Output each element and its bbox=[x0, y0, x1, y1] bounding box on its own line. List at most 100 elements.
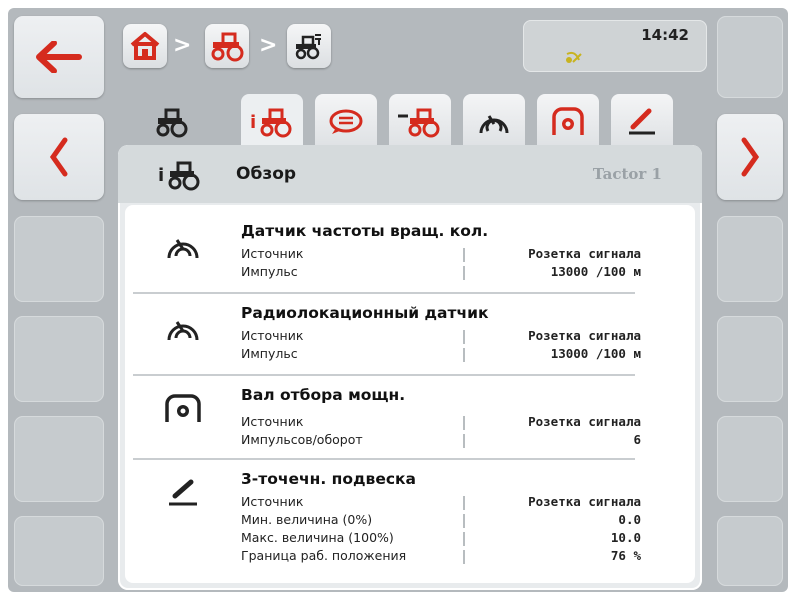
row-label: Источник bbox=[241, 328, 304, 343]
row-divider bbox=[463, 532, 465, 546]
row-divider bbox=[463, 416, 465, 430]
row-label: Источник bbox=[241, 414, 304, 429]
tab-messages[interactable] bbox=[315, 94, 377, 150]
right-empty-button-1 bbox=[717, 216, 783, 302]
left-empty-button-4 bbox=[14, 516, 104, 586]
right-empty-button-2 bbox=[717, 316, 783, 402]
row-value: 0.0 bbox=[618, 512, 641, 527]
row-value: Розетка сигнала bbox=[528, 414, 641, 429]
row-value: Розетка сигнала bbox=[528, 246, 641, 261]
clock-time: 14:42 bbox=[641, 26, 689, 44]
signal-icon bbox=[566, 51, 582, 63]
radar-sensor-icon bbox=[167, 321, 199, 341]
home-button[interactable] bbox=[123, 24, 167, 68]
row-label: Макс. величина (100%) bbox=[241, 530, 394, 545]
left-empty-button-1 bbox=[14, 216, 104, 302]
breadcrumb-tractor-button[interactable] bbox=[205, 24, 249, 68]
row-divider bbox=[463, 550, 465, 564]
tab-connections[interactable] bbox=[389, 94, 451, 150]
tractor-icon bbox=[211, 32, 244, 62]
tractor-edit-icon bbox=[295, 34, 321, 60]
data-row: Источник Розетка сигнала bbox=[241, 414, 641, 431]
row-divider bbox=[463, 330, 465, 344]
back-button[interactable] bbox=[14, 16, 104, 98]
pto-icon bbox=[552, 107, 584, 135]
tab-overview[interactable]: i bbox=[241, 94, 303, 150]
next-page-button[interactable] bbox=[717, 114, 783, 200]
left-empty-button-2 bbox=[14, 316, 104, 402]
data-row: Импульсов/оборот 6 bbox=[241, 432, 641, 449]
data-row: Импульс 13000 /100 м bbox=[241, 346, 641, 363]
row-value: Розетка сигнала bbox=[528, 328, 641, 343]
data-row: Граница раб. положения 76 % bbox=[241, 548, 641, 565]
tractor-icon bbox=[156, 108, 188, 138]
tractor-info-icon: i bbox=[158, 161, 200, 191]
tractor-name: Tactor 1 bbox=[592, 165, 662, 183]
section-title: Датчик частоты вращ. кол. bbox=[241, 222, 489, 240]
three-point-hitch-icon bbox=[169, 479, 197, 506]
hitch-icon bbox=[629, 108, 655, 135]
row-label: Граница раб. положения bbox=[241, 548, 407, 563]
row-divider bbox=[463, 248, 465, 262]
sensor-list: Датчик частоты вращ. кол. Источник Розетк… bbox=[125, 205, 695, 583]
row-label: Источник bbox=[241, 494, 304, 509]
row-label: Импульсов/оборот bbox=[241, 432, 363, 447]
chevron-right-icon bbox=[717, 114, 783, 200]
section-divider bbox=[133, 292, 635, 294]
breadcrumb-tractor-edit-button[interactable] bbox=[287, 24, 331, 68]
right-empty-button-0 bbox=[717, 16, 783, 98]
right-empty-button-3 bbox=[717, 416, 783, 502]
overview-panel: i Обзор Tactor 1 Датчик частоты вращ. ко… bbox=[118, 145, 702, 590]
row-divider bbox=[463, 496, 465, 510]
home-icon bbox=[130, 32, 160, 60]
tab-speed[interactable] bbox=[463, 94, 525, 150]
right-empty-button-4 bbox=[717, 516, 783, 586]
tab-tractor[interactable] bbox=[141, 94, 203, 150]
row-divider bbox=[463, 348, 465, 362]
row-label: Источник bbox=[241, 246, 304, 261]
breadcrumb-separator: > bbox=[259, 33, 278, 58]
page-title: Обзор bbox=[236, 164, 297, 184]
tractor-info-icon: i bbox=[250, 108, 292, 138]
prev-page-button[interactable] bbox=[14, 114, 104, 200]
svg-text:i: i bbox=[158, 165, 164, 186]
left-empty-button-3 bbox=[14, 416, 104, 502]
wheel-speed-sensor-icon bbox=[167, 239, 199, 259]
breadcrumb: > > 14:42 bbox=[113, 16, 707, 76]
section-divider bbox=[133, 458, 635, 460]
speech-icon bbox=[329, 109, 363, 134]
arrow-left-icon bbox=[14, 16, 104, 98]
data-row: Макс. величина (100%) 10.0 bbox=[241, 530, 641, 547]
section-title: 3-точечн. подвеска bbox=[241, 470, 417, 488]
row-divider bbox=[463, 514, 465, 528]
tab-pto[interactable] bbox=[537, 94, 599, 150]
row-value: 76 % bbox=[610, 548, 641, 563]
row-value: 13000 /100 м bbox=[550, 346, 641, 361]
status-clock: 14:42 bbox=[523, 20, 707, 72]
data-row: Источник Розетка сигнала bbox=[241, 494, 641, 511]
speed-sensor-icon bbox=[479, 115, 509, 134]
row-value: Розетка сигнала bbox=[528, 494, 641, 509]
pto-icon bbox=[165, 394, 201, 422]
data-row: Мин. величина (0%) 0.0 bbox=[241, 512, 641, 529]
panel-header: i Обзор Tactor 1 bbox=[118, 145, 702, 203]
tab-hitch[interactable] bbox=[611, 94, 673, 150]
row-value: 10.0 bbox=[610, 530, 641, 545]
row-divider bbox=[463, 266, 465, 280]
row-label: Мин. величина (0%) bbox=[241, 512, 373, 527]
tractor-connect-icon bbox=[398, 108, 440, 138]
breadcrumb-separator: > bbox=[173, 33, 192, 58]
data-row: Источник Розетка сигнала bbox=[241, 246, 641, 263]
data-row: Источник Розетка сигнала bbox=[241, 328, 641, 345]
data-row: Импульс 13000 /100 м bbox=[241, 264, 641, 281]
row-value: 6 bbox=[633, 432, 641, 447]
section-title: Радиолокационный датчик bbox=[241, 304, 489, 322]
row-label: Импульс bbox=[241, 264, 298, 279]
section-divider bbox=[133, 374, 635, 376]
row-value: 13000 /100 м bbox=[550, 264, 641, 279]
svg-text:i: i bbox=[250, 112, 256, 133]
row-divider bbox=[463, 434, 465, 448]
row-label: Импульс bbox=[241, 346, 298, 361]
section-title: Вал отбора мощн. bbox=[241, 386, 406, 404]
chevron-left-icon bbox=[14, 114, 104, 200]
